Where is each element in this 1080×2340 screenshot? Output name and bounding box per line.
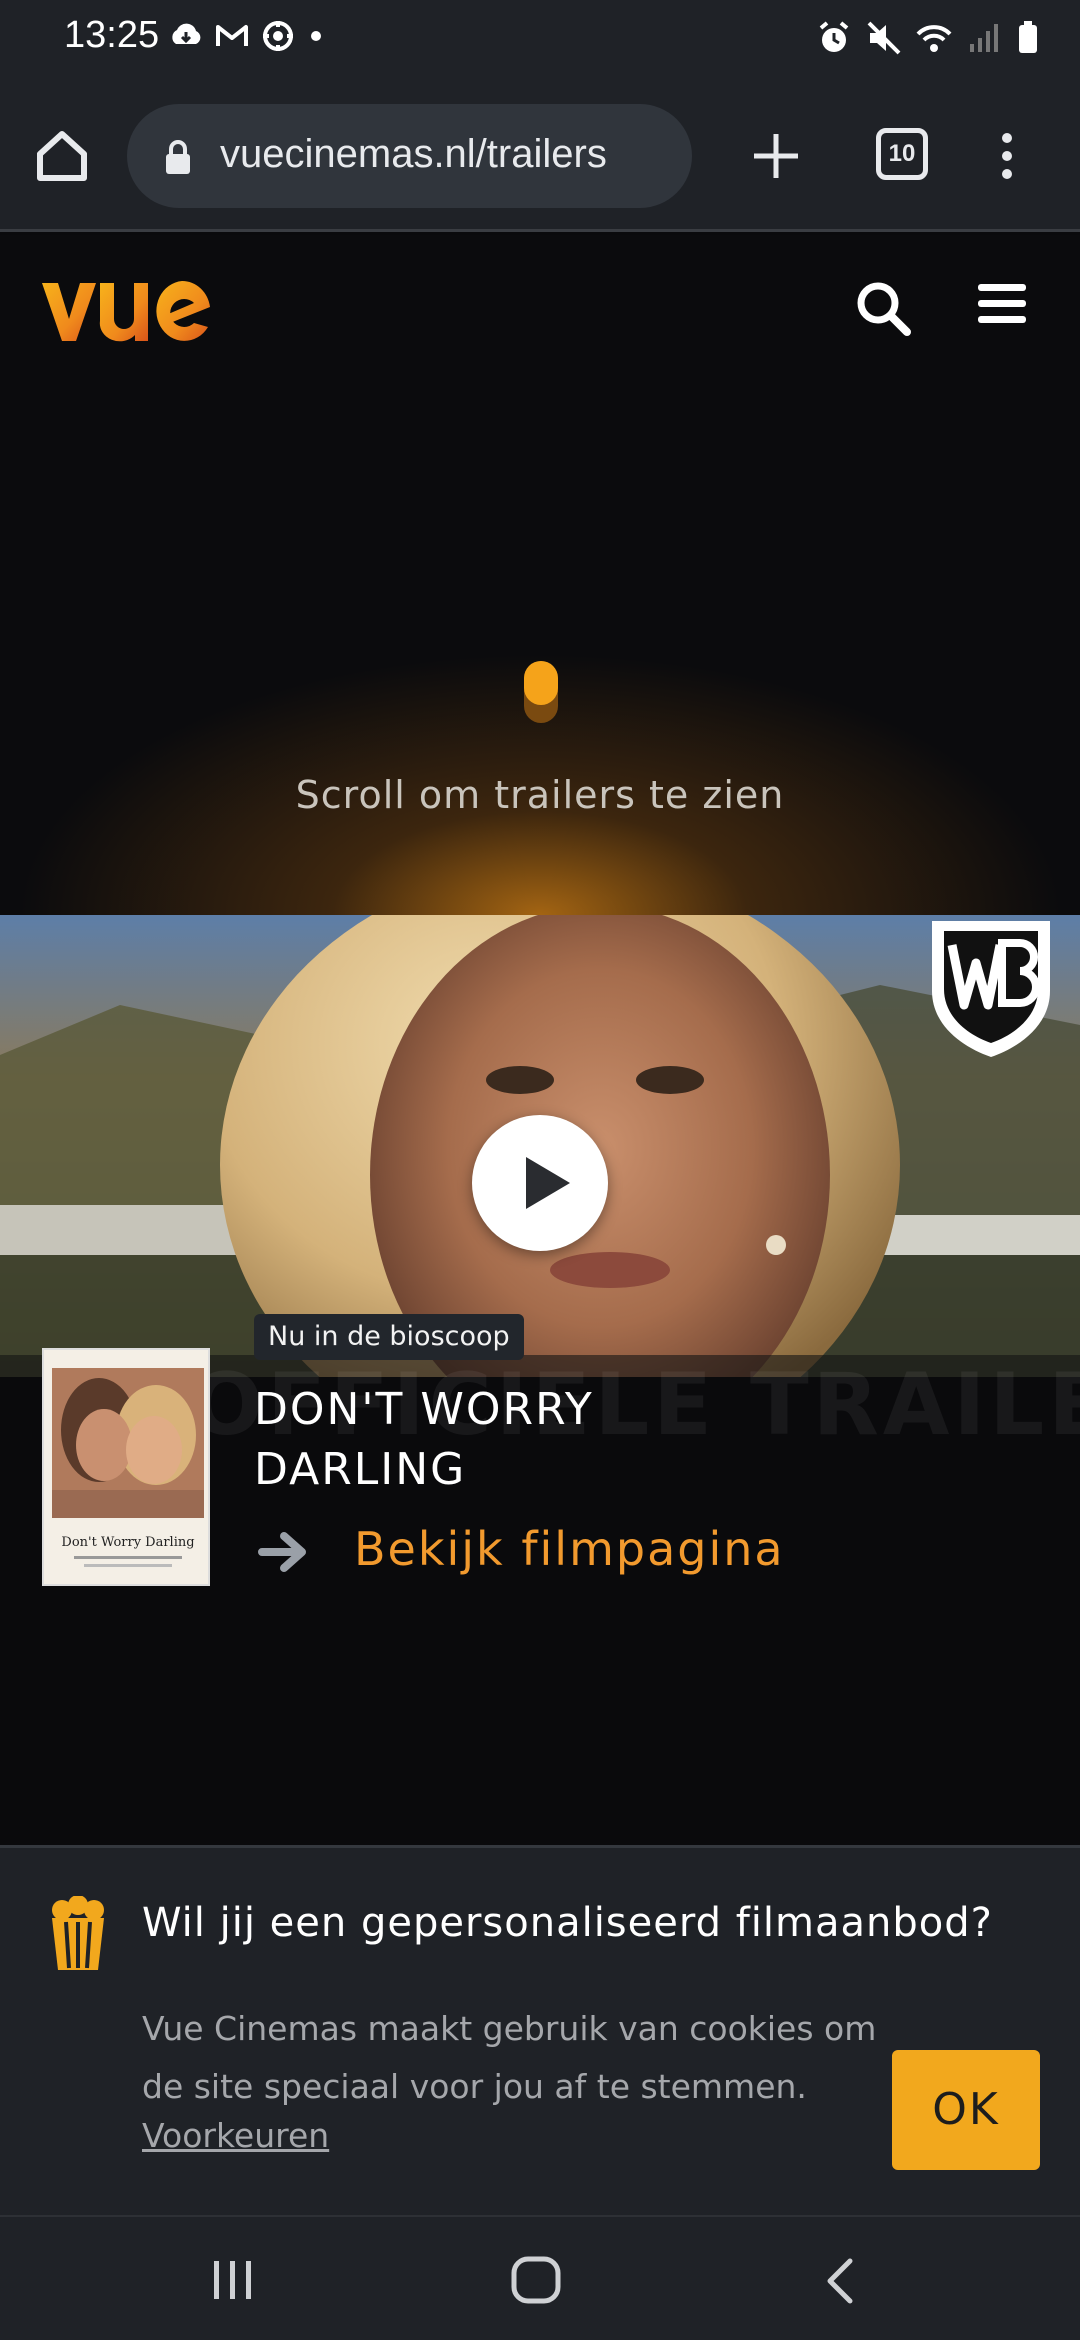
home-icon[interactable] (510, 2255, 562, 2305)
browser-home-icon[interactable] (30, 124, 94, 188)
new-tab-icon[interactable] (746, 126, 806, 186)
search-icon[interactable] (854, 279, 912, 337)
gmail-icon (214, 16, 250, 56)
now-showing-badge: Nu in de bioscoop (254, 1314, 524, 1360)
scroll-hint: Scroll om trailers te zien (295, 773, 785, 817)
cookie-preferences-link[interactable]: Voorkeuren (142, 2116, 329, 2155)
wb-studio-logo (924, 915, 1058, 1061)
status-bar: 13:25 (0, 0, 1080, 80)
site-header (0, 235, 1080, 375)
status-icons-left (168, 16, 326, 56)
popcorn-icon (48, 1895, 108, 1972)
back-icon[interactable] (822, 2257, 856, 2305)
cookie-consent-panel: Wil jij een gepersonaliseerd filmaanbod?… (0, 1845, 1080, 2215)
movie-poster[interactable]: Don't Worry Darling (42, 1348, 210, 1586)
play-button[interactable] (472, 1115, 608, 1251)
browser-toolbar: vuecinemas.nl/trailers 10 (0, 80, 1080, 232)
lock-icon (163, 138, 193, 176)
alarm-icon (816, 18, 852, 58)
status-time: 13:25 (64, 14, 160, 56)
cookie-title: Wil jij een gepersonaliseerd filmaanbod? (142, 1900, 993, 1946)
status-icons-right (816, 18, 1040, 58)
scroll-indicator-icon (524, 661, 558, 723)
vue-logo[interactable] (38, 261, 214, 351)
recents-icon[interactable] (210, 2259, 256, 2301)
hamburger-menu-icon[interactable] (976, 281, 1028, 327)
poster-title: Don't Worry Darling (61, 1535, 194, 1550)
arrow-right-icon (258, 1530, 310, 1574)
movie-title[interactable]: DON'T WORRY DARLING (254, 1380, 814, 1500)
browser-menu-icon[interactable] (990, 124, 1024, 188)
cookie-description: Vue Cinemas maakt gebruik van cookies om… (142, 2009, 877, 2106)
hero-section: Scroll om trailers te zien (0, 375, 1080, 915)
cloud-download-icon (168, 16, 204, 56)
settings-gear-icon (260, 16, 296, 56)
wifi-icon (916, 18, 952, 58)
film-page-link[interactable]: Bekijk filmpagina (354, 1522, 785, 1576)
mute-icon (866, 18, 902, 58)
signal-icon (966, 18, 1002, 58)
tab-switcher-button[interactable]: 10 (876, 128, 928, 180)
battery-icon (1016, 18, 1040, 58)
cookie-ok-button[interactable]: OK (892, 2050, 1040, 2170)
play-icon (526, 1157, 570, 1209)
trailer-video[interactable] (0, 915, 1080, 1377)
address-bar[interactable]: vuecinemas.nl/trailers (127, 104, 692, 208)
dot-icon (306, 16, 326, 56)
system-nav-bar (0, 2215, 1080, 2340)
url-text: vuecinemas.nl/trailers (220, 132, 607, 176)
